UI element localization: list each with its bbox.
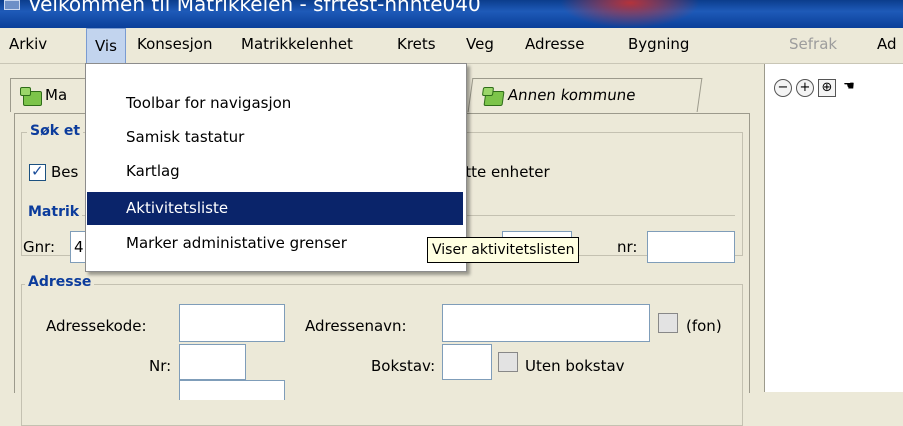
menu-sefrak: Sefrak (789, 35, 838, 53)
adressekode-input[interactable] (179, 304, 285, 342)
nr-input[interactable] (647, 231, 735, 263)
adressenavn-input[interactable] (442, 304, 650, 342)
menu-adresse[interactable]: Adresse (525, 35, 584, 53)
menu-bar: Arkiv Vis Konsesjon Matrikkelenhet Krets… (0, 28, 903, 64)
tab-label: Annen kommune (506, 86, 637, 104)
folder-icon (20, 87, 42, 106)
uten-bokstav-checkbox[interactable] (498, 352, 518, 372)
menu-vis[interactable]: Vis (86, 28, 126, 63)
app-icon (4, 0, 20, 10)
bokstav-input[interactable] (442, 344, 492, 380)
menu-item-marker-grenser[interactable]: Marker administative grenser (87, 227, 463, 260)
nr-label: nr: (617, 238, 638, 256)
bokstav-label: Bokstav: (371, 357, 436, 375)
nr-label: Nr: (149, 357, 172, 375)
adressekode-label: Adressekode: (46, 317, 147, 335)
title-bar: Velkommen til Matrikkelen - sfrtest-nhnt… (0, 0, 903, 28)
menu-veg[interactable]: Veg (466, 35, 494, 53)
menu-item-kartlag[interactable]: Kartlag (87, 155, 463, 188)
gnr-label: Gnr: (23, 238, 56, 256)
menu-matrikkelenhet[interactable]: Matrikkelenhet (241, 35, 353, 53)
folder-icon (483, 91, 505, 106)
map-panel: − + ⊕ ☚ (764, 64, 903, 392)
adresse-group-title: Adresse (25, 274, 95, 290)
menu-ad[interactable]: Ad (877, 35, 897, 53)
checkmark-icon: ✓ (31, 162, 44, 180)
matrikkel-section-title: Matrik (25, 204, 83, 220)
vis-menu-dropdown: Toolbar for navigasjon Samisk tastatur K… (85, 63, 467, 272)
uten-bokstav-label: Uten bokstav (525, 357, 625, 375)
search-group-title: Søk et (27, 123, 84, 139)
zoom-out-icon[interactable]: − (774, 79, 792, 97)
adresse-nr-input[interactable] (179, 344, 246, 380)
menu-item-aktivitetsliste[interactable]: Aktivitetsliste (87, 192, 463, 225)
search-checkbox-label: Bes (51, 163, 79, 181)
tooltip: Viser aktivitetslisten (427, 237, 580, 263)
window-title: Velkommen til Matrikkelen - sfrtest-nhnt… (28, 0, 481, 16)
fon-checkbox[interactable] (658, 313, 678, 333)
fon-label: (fon) (686, 317, 722, 335)
menu-arkiv[interactable]: Arkiv (9, 35, 47, 53)
menu-krets[interactable]: Krets (397, 35, 436, 53)
pan-hand-icon[interactable]: ☚ (840, 79, 858, 97)
menu-konsesjon[interactable]: Konsesjon (137, 35, 212, 53)
zoom-in-icon[interactable]: + (796, 79, 814, 97)
title-bar-highlight (560, 0, 700, 28)
adressenavn-label: Adressenavn: (305, 317, 407, 335)
postnummer-input[interactable] (179, 380, 285, 400)
tab-annen-kommune[interactable]: Annen kommune (467, 78, 703, 112)
menu-bygning[interactable]: Bygning (628, 35, 689, 53)
tab-label: Ma (45, 86, 68, 104)
menu-item-samisk-tastatur[interactable]: Samisk tastatur (87, 121, 463, 154)
zoom-area-icon[interactable]: ⊕ (818, 79, 836, 97)
search-checkbox[interactable]: ✓ (29, 162, 46, 181)
menu-item-toolbar-navigasjon[interactable]: Toolbar for navigasjon (87, 87, 463, 120)
search-checkbox-label-tail: åtte enheter (456, 163, 550, 181)
